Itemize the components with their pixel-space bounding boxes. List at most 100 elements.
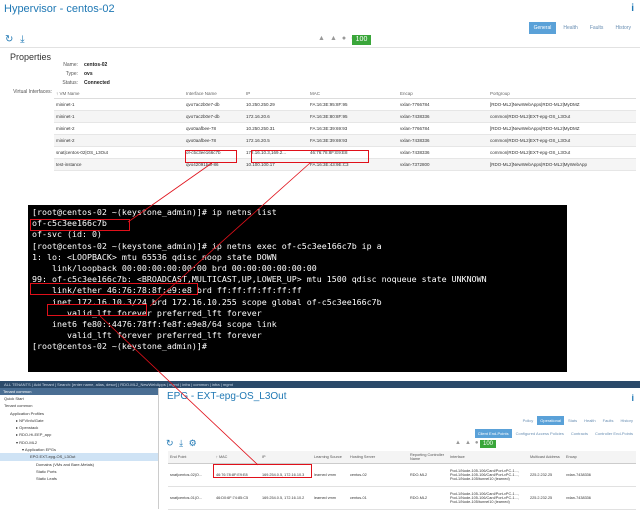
- table-cell: mininet-1: [54, 98, 184, 111]
- table-cell: FA:16:3E:95:8F:95: [308, 98, 398, 111]
- download-icon[interactable]: ⤓: [179, 438, 183, 448]
- critical-fault-icon[interactable]: ▲: [318, 35, 325, 42]
- column-header[interactable]: Multicast Address: [528, 451, 564, 464]
- tree-item[interactable]: Domains (VMs and Bare-Metals): [0, 461, 158, 468]
- table-row[interactable]: mininet-2 qvo0aafbee-78 172.16.20.5 FA:1…: [54, 134, 636, 147]
- tree-item[interactable]: Tenant common: [0, 402, 158, 409]
- end-points-table: End Point ↑ MAC IP Learning Source Hosti…: [168, 451, 636, 510]
- table-cell: 172.16.20.5: [244, 134, 308, 147]
- column-header[interactable]: IP: [244, 89, 308, 99]
- tree-item[interactable]: ▾ RDO-ML2: [0, 439, 158, 446]
- health-score-badge[interactable]: 100: [480, 440, 496, 448]
- epg-main-tabs: Policy Operational Stats Health Faults H…: [520, 416, 636, 425]
- column-header[interactable]: IP: [260, 451, 312, 464]
- table-cell: 10.250.250.29: [244, 98, 308, 111]
- table-cell: RDO-ML2: [408, 463, 448, 487]
- table-row[interactable]: mininet-2 qvo0aafbee-78 10.250.250.31 FA…: [54, 122, 636, 135]
- table-cell: RDO-ML2: [408, 486, 448, 510]
- column-header[interactable]: ↑ VM Name: [54, 89, 184, 99]
- tab-stats[interactable]: Stats: [565, 416, 580, 425]
- column-header[interactable]: End Point: [168, 451, 214, 464]
- tree-item[interactable]: Static Ports: [0, 468, 158, 475]
- table-cell: FA:16:3E:39:69:93: [308, 134, 398, 147]
- page-title: Hypervisor - centos-02: [4, 3, 115, 15]
- tab-configured-access-policies[interactable]: Configured Access Policies: [513, 429, 567, 438]
- refresh-icon[interactable]: ↻: [5, 34, 13, 45]
- column-header[interactable]: Hosting Server: [348, 451, 408, 464]
- column-header[interactable]: Interface Name: [184, 89, 244, 99]
- table-cell: snat|centos-02|OS_L3Out: [54, 146, 184, 159]
- column-header[interactable]: Encap: [398, 89, 488, 99]
- settings-icon[interactable]: ⚙: [189, 438, 197, 448]
- tab-client-end-points[interactable]: Client End-Points: [474, 429, 512, 438]
- health-score-badge[interactable]: 100: [352, 35, 371, 45]
- table-cell: vxlan-7766784: [398, 98, 488, 111]
- tree-item[interactable]: Quick Start: [0, 395, 158, 402]
- tab-contracts[interactable]: Contracts: [568, 429, 591, 438]
- highlight-ip-mac: [251, 150, 369, 163]
- tab-operational[interactable]: Operational: [537, 416, 564, 425]
- major-fault-icon[interactable]: ▲: [465, 440, 471, 446]
- tree-item[interactable]: ▸ Openstack: [0, 424, 158, 431]
- tree-item[interactable]: ▸ NFVInfo/Gate: [0, 417, 158, 424]
- column-header[interactable]: Portgroup: [488, 89, 636, 99]
- terminal-line: valid_lft forever preferred_lft forever: [32, 330, 262, 341]
- table-cell: Pod-1/Node-105-106/Card/Port-vPC-1..., P…: [448, 463, 528, 487]
- table-cell: common|RDO-ML2|EXT-epg-OS_L3Out: [488, 146, 636, 159]
- table-row[interactable]: mininet-1 qvo7ac2b0e7-db 10.250.250.29 F…: [54, 98, 636, 111]
- tree-item[interactable]: Application Profiles: [0, 410, 158, 417]
- info-icon[interactable]: i: [631, 3, 634, 14]
- virtual-interfaces-label: Virtual Interfaces:: [13, 89, 52, 95]
- terminal-line: 1: lo: <LOOPBACK> mtu 65536 qdisc noop s…: [32, 251, 277, 262]
- minor-fault-icon[interactable]: ●: [475, 440, 479, 446]
- terminal-line: of-svc (id: 0): [32, 229, 102, 240]
- table-cell: [RDO-ML2]NewWebApps|RDO-ML2|MyDMZ: [488, 98, 636, 111]
- column-header[interactable]: Interface: [448, 451, 528, 464]
- table-cell: learned vmm: [312, 486, 348, 510]
- table-cell: qvo7ac2b0e7-db: [184, 110, 244, 123]
- column-header[interactable]: Encap: [564, 451, 636, 464]
- apic-top-bar: ALL TENANTS | Add Tenant | Search: [ente…: [0, 381, 640, 388]
- table-cell: qvo7ac2b0e7-db: [184, 98, 244, 111]
- download-icon[interactable]: ⤓: [20, 34, 24, 45]
- table-header-row: End Point ↑ MAC IP Learning Source Hosti…: [168, 451, 636, 464]
- table-row[interactable]: snat|centos-01|O... 46:D0:6F:74:85:C5 16…: [168, 486, 636, 510]
- column-header[interactable]: ↑ MAC: [214, 451, 260, 464]
- minor-fault-icon[interactable]: ●: [342, 35, 346, 42]
- table-row[interactable]: mininet-1 qvo7ac2b0e7-db 172.16.20.6 FA:…: [54, 110, 636, 123]
- tab-health[interactable]: Health: [581, 416, 599, 425]
- column-header[interactable]: Learning Source: [312, 451, 348, 464]
- table-cell: qvo0aafbee-78: [184, 122, 244, 135]
- info-icon[interactable]: i: [631, 393, 634, 403]
- refresh-icon[interactable]: ↻: [166, 438, 174, 448]
- terminal-line: [root@centos-02 ~(keystone_admin)]# ip n…: [32, 240, 382, 251]
- table-header-row: ↑ VM Name Interface Name IP MAC Encap Po…: [54, 89, 636, 99]
- highlight-inet-address: [47, 304, 147, 316]
- highlight-interface-name: [185, 150, 237, 163]
- table-cell: vxlan-7438336: [398, 110, 488, 123]
- terminal-line: [root@centos-02 ~(keystone_admin)]#: [32, 341, 212, 352]
- table-cell: 46:D0:6F:74:85:C5: [214, 486, 260, 510]
- column-header[interactable]: Reporting Controller Name: [408, 451, 448, 464]
- tree-item[interactable]: ▾ Application EPGs: [0, 446, 158, 453]
- tree-item[interactable]: Static Leafs: [0, 475, 158, 482]
- table-cell: common|RDO-ML2|EXT-epg-OS_L3Out: [488, 110, 636, 123]
- tab-history[interactable]: History: [618, 416, 636, 425]
- tab-controller-end-points[interactable]: Controller End-Points: [592, 429, 636, 438]
- tab-policy[interactable]: Policy: [520, 416, 537, 425]
- column-header[interactable]: MAC: [308, 89, 398, 99]
- tree-item[interactable]: ▸ RDO-Hi-EEP_app: [0, 431, 158, 438]
- tree-item-selected[interactable]: EPG EXT-epg-OS_L3Out: [0, 453, 158, 461]
- table-cell: [RDO-ML2]NewWebApps|RDO-ML2|MyWebApp: [488, 158, 636, 171]
- critical-fault-icon[interactable]: ▲: [455, 440, 461, 446]
- table-cell: mininet-2: [54, 134, 184, 147]
- table-cell: 225.2.232.25: [528, 463, 564, 487]
- property-value: centos-02: [84, 62, 108, 68]
- major-fault-icon[interactable]: ▲: [330, 35, 337, 42]
- table-cell: 10.250.250.31: [244, 122, 308, 135]
- table-cell: vxlan-7438336: [564, 486, 636, 510]
- property-value: Connected: [84, 80, 110, 86]
- tab-faults[interactable]: Faults: [600, 416, 617, 425]
- property-value: ovs: [84, 71, 93, 77]
- table-cell: centos-02: [348, 463, 408, 487]
